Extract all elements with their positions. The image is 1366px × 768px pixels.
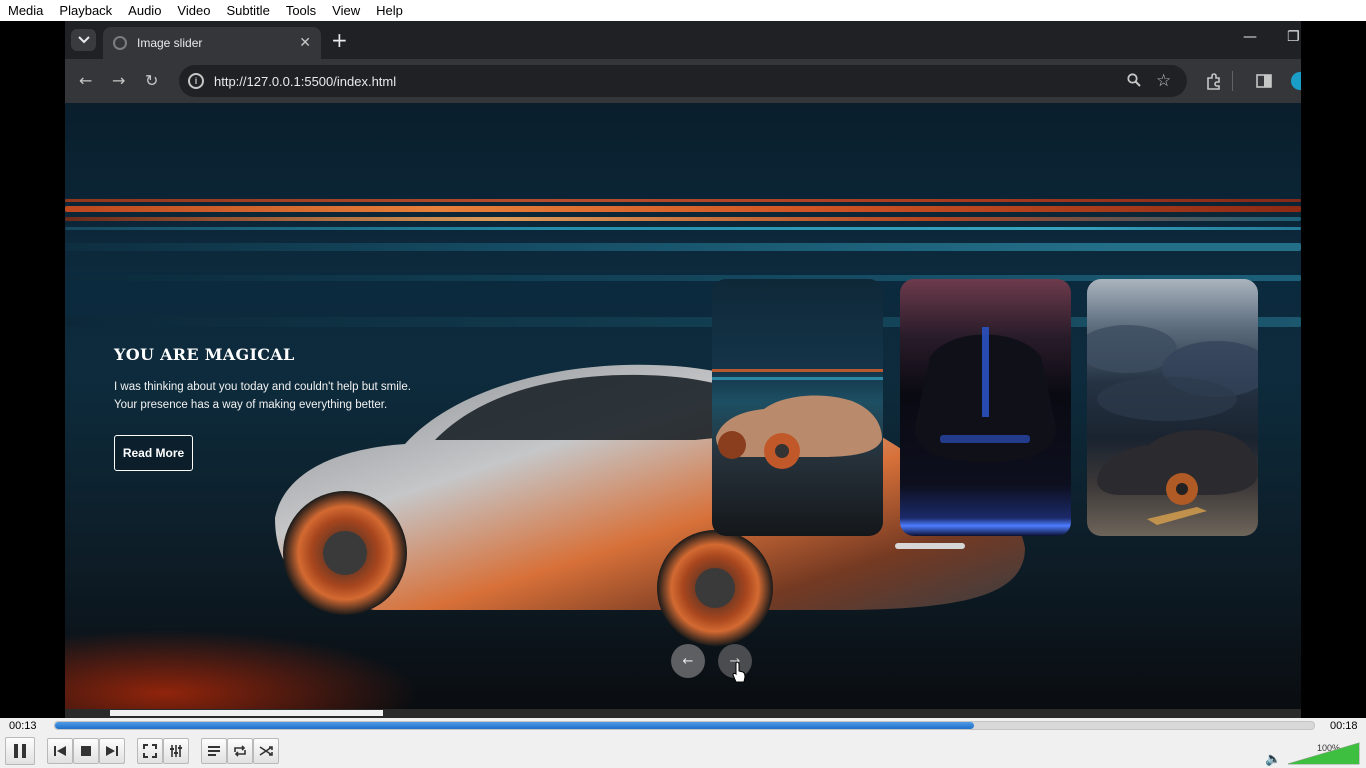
side-panel-icon[interactable]	[1256, 73, 1272, 89]
browser-tab[interactable]: Image slider ✕	[103, 27, 321, 59]
browser-window: Image slider ✕ + — ❐ ← → ↻ i http://127.…	[65, 21, 1301, 718]
light-streak	[65, 243, 1301, 251]
skip-next-icon	[106, 746, 118, 756]
address-bar[interactable]: i http://127.0.0.1:5500/index.html ☆	[179, 65, 1187, 97]
thumbnail-car-image	[716, 395, 882, 469]
stop-button[interactable]	[73, 738, 99, 764]
shuffle-icon	[259, 746, 273, 756]
shuffle-button[interactable]	[253, 738, 279, 764]
slider-page: YOU ARE MAGICAL I was thinking about you…	[65, 103, 1301, 718]
vlc-controls: 00:13 00:18 🔈 100%	[0, 718, 1366, 768]
tab-strip: Image slider ✕ + — ❐	[65, 21, 1301, 59]
scrollbar-thumb[interactable]	[110, 710, 383, 716]
thumbnail-streak	[712, 377, 883, 380]
extended-settings-button[interactable]	[163, 738, 189, 764]
elapsed-time[interactable]: 00:13	[9, 720, 37, 732]
url-text: http://127.0.0.1:5500/index.html	[214, 73, 397, 89]
menu-help[interactable]: Help	[368, 0, 411, 21]
page-scrollbar[interactable]	[65, 709, 1301, 718]
zoom-icon[interactable]	[1127, 73, 1141, 87]
playlist-button[interactable]	[201, 738, 227, 764]
pause-button[interactable]	[5, 737, 35, 765]
light-streak	[65, 206, 1301, 212]
previous-button[interactable]	[47, 738, 73, 764]
reload-icon[interactable]: ↻	[145, 71, 158, 91]
toolbar-divider	[1232, 71, 1233, 91]
seek-bar[interactable]	[54, 721, 1315, 730]
tab-search-button[interactable]	[71, 29, 96, 51]
close-tab-icon[interactable]: ✕	[299, 35, 311, 51]
forward-arrow-icon[interactable]: →	[112, 71, 125, 91]
arrow-left-icon: ←	[682, 653, 694, 669]
fullscreen-button[interactable]	[137, 738, 163, 764]
light-streak	[65, 227, 1301, 230]
video-area[interactable]: Image slider ✕ + — ❐ ← → ↻ i http://127.…	[0, 21, 1366, 718]
new-tab-icon[interactable]: +	[331, 29, 348, 51]
site-info-icon[interactable]: i	[188, 73, 204, 89]
hand-cursor-icon	[732, 661, 746, 683]
slide-description: I was thinking about you today and could…	[114, 381, 411, 411]
extensions-icon[interactable]	[1205, 73, 1223, 91]
tab-title: Image slider	[137, 36, 203, 50]
menu-tools[interactable]: Tools	[278, 0, 324, 21]
back-arrow-icon[interactable]: ←	[79, 71, 92, 91]
bookmark-star-icon[interactable]: ☆	[1156, 71, 1171, 91]
equalizer-icon	[170, 745, 182, 757]
thumbnail-storm-car-image	[1087, 325, 1258, 525]
skip-previous-icon	[54, 746, 66, 756]
thumbnail-streak	[712, 369, 883, 372]
menu-video[interactable]: Video	[169, 0, 218, 21]
menu-playback[interactable]: Playback	[51, 0, 120, 21]
menu-view[interactable]: View	[324, 0, 368, 21]
light-streak	[65, 199, 1301, 202]
read-more-button[interactable]: Read More	[114, 435, 193, 471]
pause-icon	[14, 744, 26, 758]
loop-icon	[234, 745, 246, 757]
thumbnail-3[interactable]	[1087, 279, 1258, 536]
menu-audio[interactable]: Audio	[120, 0, 169, 21]
speaker-icon[interactable]: 🔈	[1265, 752, 1281, 767]
globe-icon	[113, 36, 127, 50]
minimize-icon[interactable]: —	[1243, 29, 1257, 45]
volume-slider[interactable]	[1287, 742, 1360, 765]
playlist-icon	[208, 746, 220, 756]
thumbnail-1[interactable]	[712, 279, 883, 536]
slide-title: YOU ARE MAGICAL	[114, 345, 295, 364]
menu-subtitle[interactable]: Subtitle	[218, 0, 277, 21]
light-streak	[65, 217, 1301, 221]
thumbnail-2[interactable]	[900, 279, 1071, 536]
profile-avatar[interactable]	[1291, 72, 1301, 90]
loop-button[interactable]	[227, 738, 253, 764]
seek-bar-fill	[55, 722, 975, 729]
total-time[interactable]: 00:18	[1330, 720, 1358, 732]
thumbnail-car-front-image	[915, 327, 1056, 462]
browser-toolbar: ← → ↻ i http://127.0.0.1:5500/index.html…	[65, 59, 1301, 103]
stop-icon	[81, 746, 91, 756]
fullscreen-icon	[143, 744, 157, 758]
prev-button[interactable]: ←	[671, 644, 705, 678]
vlc-menubar: Media Playback Audio Video Subtitle Tool…	[0, 0, 1366, 21]
restore-icon[interactable]: ❐	[1287, 29, 1300, 45]
next-track-button[interactable]	[99, 738, 125, 764]
chevron-down-icon	[77, 36, 90, 44]
menu-media[interactable]: Media	[0, 0, 51, 21]
